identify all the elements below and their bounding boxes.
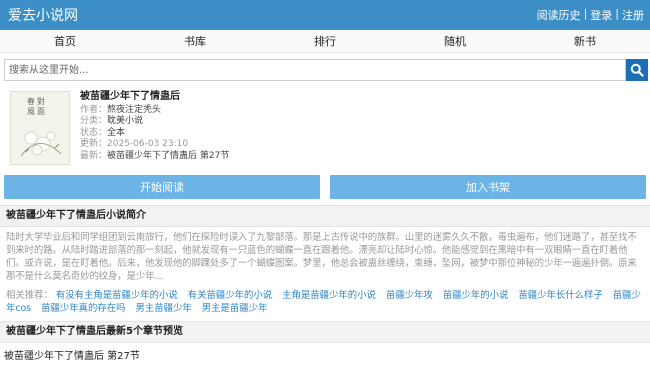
related-tag[interactable]: 男主苗疆少年	[136, 303, 192, 314]
main-nav: 首页 书库 排行 随机 新书	[0, 30, 650, 53]
updated-label: 更新：	[80, 139, 108, 149]
start-reading-button[interactable]: 开始阅读	[4, 175, 320, 199]
svg-text:面: 面	[37, 107, 45, 116]
login-link[interactable]: 登录	[590, 7, 612, 23]
register-link[interactable]: 注册	[622, 7, 644, 23]
separator: |	[615, 7, 619, 20]
nav-new-books[interactable]: 新书	[520, 33, 650, 49]
latest-chapter-link[interactable]: 被苗疆少年下了情蛊后 第27节	[107, 151, 229, 161]
book-info: 春 風 對 面 被苗疆少年下了情蛊后 作者：熬夜注定秃头 分类：耽美小说 状态：…	[0, 85, 650, 169]
category-value[interactable]: 耽美小说	[107, 116, 143, 126]
search-bar	[0, 53, 650, 85]
nav-library[interactable]: 书库	[130, 33, 260, 49]
status-label: 状态：	[80, 127, 108, 138]
intro-heading: 被苗疆少年下了情蛊后小说简介	[0, 205, 650, 227]
status-row: 状态：全本	[80, 128, 229, 140]
top-bar: 爱去小说网 阅读历史 | 登录 | 注册	[0, 0, 650, 30]
user-links: 阅读历史 | 登录 | 注册	[537, 7, 644, 23]
latest-label: 最新：	[80, 150, 108, 161]
site-title[interactable]: 爱去小说网	[8, 5, 78, 25]
category-label: 分类：	[80, 116, 108, 126]
nav-random[interactable]: 随机	[390, 33, 520, 49]
book-meta: 被苗疆少年下了情蛊后 作者：熬夜注定秃头 分类：耽美小说 状态：全本 更新：20…	[80, 91, 229, 165]
related-tag[interactable]: 苗疆少年攻	[386, 290, 433, 301]
related-label: 相关推荐：	[6, 290, 53, 301]
status-value: 全本	[107, 127, 126, 138]
intro-text: 陆时大学毕业后和同学组团到云南旅行，他们在探险时误入了九黎部落。那是上古传说中的…	[6, 232, 637, 282]
book-cover[interactable]: 春 風 對 面	[10, 91, 70, 165]
related-tag[interactable]: 主角是苗疆少年的小说	[282, 290, 376, 301]
related-tag[interactable]: 苗疆少年真的存在吗	[41, 303, 125, 314]
author-value[interactable]: 熬夜注定秃头	[107, 105, 161, 115]
author-row: 作者：熬夜注定秃头	[80, 105, 229, 117]
related-tag[interactable]: 苗疆少年的小说	[443, 290, 509, 301]
related-tag[interactable]: 男主是苗疆少年	[202, 303, 268, 314]
cover-art: 春 風 對 面	[11, 92, 69, 164]
updated-value: 2025-06-03 23:10	[107, 139, 189, 149]
nav-home[interactable]: 首页	[0, 33, 130, 49]
add-to-shelf-button[interactable]: 加入书架	[330, 175, 646, 199]
search-input[interactable]	[4, 59, 626, 81]
related-tag[interactable]: 有关苗疆少年的小说	[188, 290, 272, 301]
svg-text:春: 春	[27, 96, 35, 106]
related-tags: 相关推荐： 有没有主角是苗疆少年的小说 有关苗疆少年的小说 主角是苗疆少年的小说…	[0, 283, 650, 317]
updated-row: 更新：2025-06-03 23:10	[80, 139, 229, 151]
svg-text:對: 對	[37, 96, 45, 106]
nav-ranking[interactable]: 排行	[260, 33, 390, 49]
chapters-heading: 被苗疆少年下了情蛊后最新5个章节预览	[0, 321, 650, 343]
search-icon	[630, 63, 644, 77]
separator: |	[583, 7, 588, 20]
action-buttons: 开始阅读 加入书架	[0, 169, 650, 199]
author-label: 作者：	[80, 104, 108, 115]
svg-text:風: 風	[27, 107, 35, 116]
history-link[interactable]: 阅读历史	[537, 7, 581, 23]
related-tag[interactable]: 苗疆少年长什么样子	[518, 290, 602, 301]
latest-row: 最新：被苗疆少年下了情蛊后 第27节	[80, 151, 229, 163]
category-row: 分类：耽美小说	[80, 116, 229, 128]
chapter-link[interactable]: 被苗疆少年下了情蛊后 第27节	[0, 343, 650, 366]
search-button[interactable]	[626, 59, 648, 81]
related-tag[interactable]: 有没有主角是苗疆少年的小说	[56, 290, 178, 301]
book-title[interactable]: 被苗疆少年下了情蛊后	[80, 91, 229, 103]
